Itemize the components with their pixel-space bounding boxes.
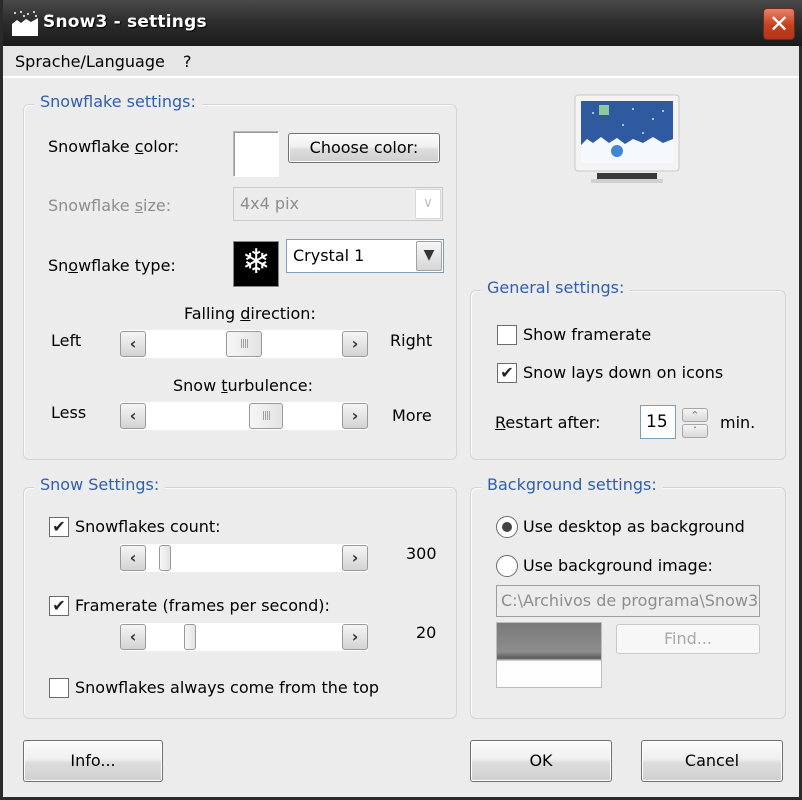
snowflake-size-label: Snowflake size:	[48, 196, 172, 215]
always-from-top-label[interactable]: Snowflakes always come from the top	[75, 678, 379, 697]
snowflakes-count-slider[interactable]: ‹ ›	[120, 544, 368, 572]
framerate-slider[interactable]: ‹ ›	[120, 623, 368, 651]
close-icon: ✕	[768, 10, 790, 38]
restart-unit-label: min.	[720, 413, 756, 432]
snowflake-color-swatch	[233, 131, 279, 177]
general-settings-group: General settings: Show framerate ✔ Snow …	[470, 278, 786, 460]
settings-window: Snow3 - settings ✕ Sprache/Language ? Sn…	[0, 0, 802, 800]
falling-direction-label: Falling direction:	[184, 304, 316, 323]
always-from-top-checkbox[interactable]	[49, 678, 69, 698]
show-framerate-checkbox[interactable]	[497, 325, 517, 345]
snow-app-icon	[12, 11, 38, 36]
use-desktop-label[interactable]: Use desktop as background	[523, 517, 745, 536]
turbulence-less-label: Less	[51, 403, 87, 422]
slider-thumb[interactable]	[184, 624, 196, 650]
turbulence-label: Snow turbulence:	[173, 376, 314, 395]
choose-color-button[interactable]: Choose color:	[288, 133, 440, 163]
restart-increment-button[interactable]: ^	[682, 408, 708, 422]
scroll-right-arrow[interactable]: ›	[342, 624, 368, 650]
info-button[interactable]: Info...	[23, 740, 163, 782]
restart-after-label: Restart after:	[495, 413, 601, 432]
scroll-left-arrow[interactable]: ‹	[120, 545, 146, 571]
restart-minutes-input[interactable]: 15	[640, 405, 676, 439]
snowflake-size-value: 4x4 pix	[240, 194, 299, 213]
slider-thumb[interactable]: ||||	[249, 403, 284, 429]
turbulence-slider[interactable]: ‹ |||| ›	[120, 402, 368, 430]
framerate-checkbox[interactable]: ✔	[49, 596, 69, 616]
use-image-label[interactable]: Use background image:	[523, 556, 713, 575]
chevron-down-icon: ∨	[415, 189, 441, 219]
framerate-label[interactable]: Framerate (frames per second):	[75, 596, 330, 615]
use-desktop-radio[interactable]	[496, 516, 518, 538]
menu-language[interactable]: Sprache/Language	[15, 52, 165, 71]
falling-direction-slider[interactable]: ‹ |||| ›	[120, 330, 368, 358]
menu-bar: Sprache/Language ?	[3, 46, 799, 78]
snow-settings-legend: Snow Settings:	[34, 475, 166, 494]
ok-button[interactable]: OK	[470, 740, 612, 782]
monitor-preview-icon	[574, 94, 680, 183]
snowflakes-count-value: 300	[406, 544, 437, 563]
use-image-radio[interactable]	[496, 555, 518, 577]
slider-thumb[interactable]: ||||	[226, 331, 262, 357]
direction-left-label: Left	[51, 331, 82, 350]
snowflake-settings-group: Snowflake settings: Snowflake color: Cho…	[23, 92, 457, 460]
cancel-button[interactable]: Cancel	[641, 740, 783, 782]
background-settings-group: Background settings: Use desktop as back…	[470, 475, 786, 719]
title-bar[interactable]: Snow3 - settings ✕	[3, 0, 802, 46]
radio-selected-dot	[502, 522, 512, 532]
general-settings-legend: General settings:	[481, 278, 631, 297]
snowflake-type-label: Snowflake type:	[48, 256, 176, 275]
snowflake-size-select[interactable]: 4x4 pix ∨	[233, 187, 443, 221]
snowflake-settings-legend: Snowflake settings:	[34, 92, 202, 111]
snowflakes-count-checkbox[interactable]: ✔	[49, 517, 69, 537]
turbulence-more-label: More	[392, 406, 432, 425]
show-framerate-label[interactable]: Show framerate	[523, 325, 651, 344]
snowflake-type-preview: ❄	[233, 241, 279, 287]
framerate-value: 20	[416, 623, 437, 642]
restart-decrement-button[interactable]: ˇ	[682, 424, 708, 438]
find-button[interactable]: Find...	[616, 624, 760, 654]
slider-thumb[interactable]	[158, 545, 171, 571]
snowflake-color-label: Snowflake color:	[48, 137, 180, 156]
scroll-right-arrow[interactable]: ›	[342, 331, 368, 357]
background-path-input[interactable]: C:\Archivos de programa\Snow3	[496, 585, 760, 617]
menu-help[interactable]: ?	[183, 52, 192, 71]
close-button[interactable]: ✕	[763, 8, 795, 40]
background-image-thumbnail	[496, 622, 602, 688]
snowflakes-count-label[interactable]: Snowflakes count:	[75, 517, 221, 536]
scroll-right-arrow[interactable]: ›	[342, 403, 368, 429]
scroll-left-arrow[interactable]: ‹	[120, 403, 146, 429]
snowflake-type-value: Crystal 1	[293, 246, 365, 265]
chevron-down-icon: ▼	[416, 241, 442, 271]
snowflake-type-select[interactable]: Crystal 1 ▼	[286, 239, 444, 273]
window-title: Snow3 - settings	[43, 12, 207, 32]
snow-on-icons-checkbox[interactable]: ✔	[497, 363, 517, 383]
snow-settings-group: Snow Settings: ✔ Snowflakes count: ‹ › 3…	[23, 475, 457, 719]
scroll-left-arrow[interactable]: ‹	[120, 331, 146, 357]
snowflake-icon: ❄	[241, 242, 271, 282]
scroll-left-arrow[interactable]: ‹	[120, 624, 146, 650]
background-settings-legend: Background settings:	[481, 475, 663, 494]
snow-on-icons-label[interactable]: Snow lays down on icons	[523, 363, 723, 382]
scroll-right-arrow[interactable]: ›	[342, 545, 368, 571]
direction-right-label: Right	[390, 331, 433, 350]
